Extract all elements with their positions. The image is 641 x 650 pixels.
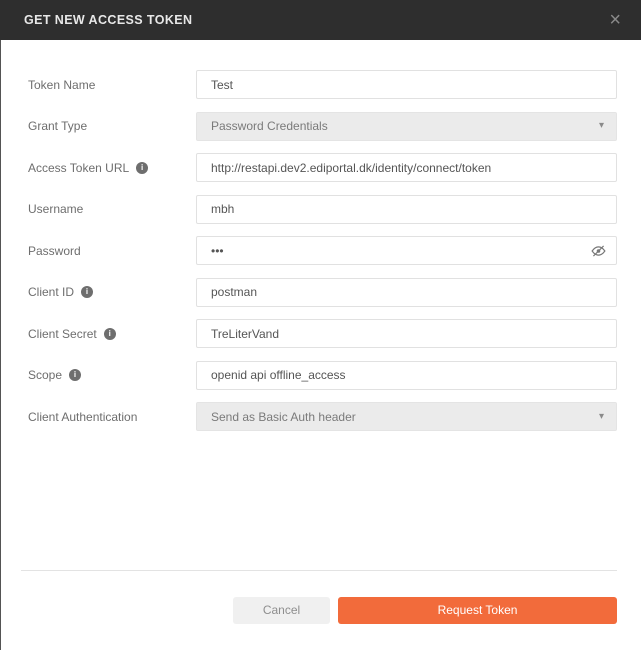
field-label-wrap: Scope i [28, 368, 196, 382]
close-icon[interactable]: × [607, 10, 623, 30]
access-token-url-info-icon[interactable]: i [136, 162, 148, 174]
field-label-wrap: Grant Type [28, 119, 196, 133]
field-label: Password [28, 244, 81, 258]
form-row-client-secret: Client Secret i [28, 319, 617, 348]
field: ▾ [196, 112, 617, 141]
request-token-button[interactable]: Request Token [338, 597, 617, 624]
footer-divider [21, 570, 617, 571]
client-id-input[interactable] [196, 278, 617, 307]
form-row-token-name: Token Name [28, 70, 617, 99]
field-label-wrap: Client Authentication [28, 410, 196, 424]
field-label: Grant Type [28, 119, 87, 133]
grant-type-chevron-down-icon[interactable]: ▾ [599, 121, 604, 131]
client-secret-info-icon[interactable]: i [104, 328, 116, 340]
client-secret-input[interactable] [196, 319, 617, 348]
field-label: Access Token URL [28, 161, 129, 175]
field-label-wrap: Token Name [28, 78, 196, 92]
field [196, 361, 617, 390]
window-left-edge [0, 40, 1, 650]
field-label-wrap: Client ID i [28, 285, 196, 299]
password-input[interactable] [196, 236, 617, 265]
form-row-username: Username [28, 195, 617, 224]
field-label-wrap: Password [28, 244, 196, 258]
field-label: Scope [28, 368, 62, 382]
access-token-url-input[interactable] [196, 153, 617, 182]
get-new-access-token-dialog: GET NEW ACCESS TOKEN × Token Name Grant … [0, 0, 641, 650]
field [196, 319, 617, 348]
field: ▾ [196, 402, 617, 431]
token-name-input[interactable] [196, 70, 617, 99]
field-label-wrap: Client Secret i [28, 327, 196, 341]
username-input[interactable] [196, 195, 617, 224]
form-row-scope: Scope i [28, 361, 617, 390]
form-row-client-id: Client ID i [28, 278, 617, 307]
scope-input[interactable] [196, 361, 617, 390]
token-form: Token Name Grant Type ▾ Access Token URL… [0, 40, 641, 431]
form-row-grant-type: Grant Type ▾ [28, 112, 617, 141]
client-id-info-icon[interactable]: i [81, 286, 93, 298]
scope-info-icon[interactable]: i [69, 369, 81, 381]
field [196, 70, 617, 99]
dialog-footer: Cancel Request Token [233, 597, 617, 624]
field-label-wrap: Access Token URL i [28, 161, 196, 175]
field-label-wrap: Username [28, 202, 196, 216]
field [196, 153, 617, 182]
dialog-header: GET NEW ACCESS TOKEN × [0, 0, 641, 40]
client-authentication-chevron-down-icon[interactable]: ▾ [599, 412, 604, 422]
field-label: Token Name [28, 78, 95, 92]
password-visibility-icon[interactable] [590, 242, 607, 259]
grant-type-select[interactable] [196, 112, 617, 141]
field-label: Client Secret [28, 327, 97, 341]
form-row-client-authentication: Client Authentication ▾ [28, 402, 617, 431]
form-row-access-token-url: Access Token URL i [28, 153, 617, 182]
field [196, 278, 617, 307]
cancel-button[interactable]: Cancel [233, 597, 330, 624]
field-label: Username [28, 202, 83, 216]
form-row-password: Password [28, 236, 617, 265]
field [196, 236, 617, 265]
dialog-title: GET NEW ACCESS TOKEN [24, 13, 192, 27]
field-label: Client Authentication [28, 410, 137, 424]
field-label: Client ID [28, 285, 74, 299]
field [196, 195, 617, 224]
client-authentication-select[interactable] [196, 402, 617, 431]
